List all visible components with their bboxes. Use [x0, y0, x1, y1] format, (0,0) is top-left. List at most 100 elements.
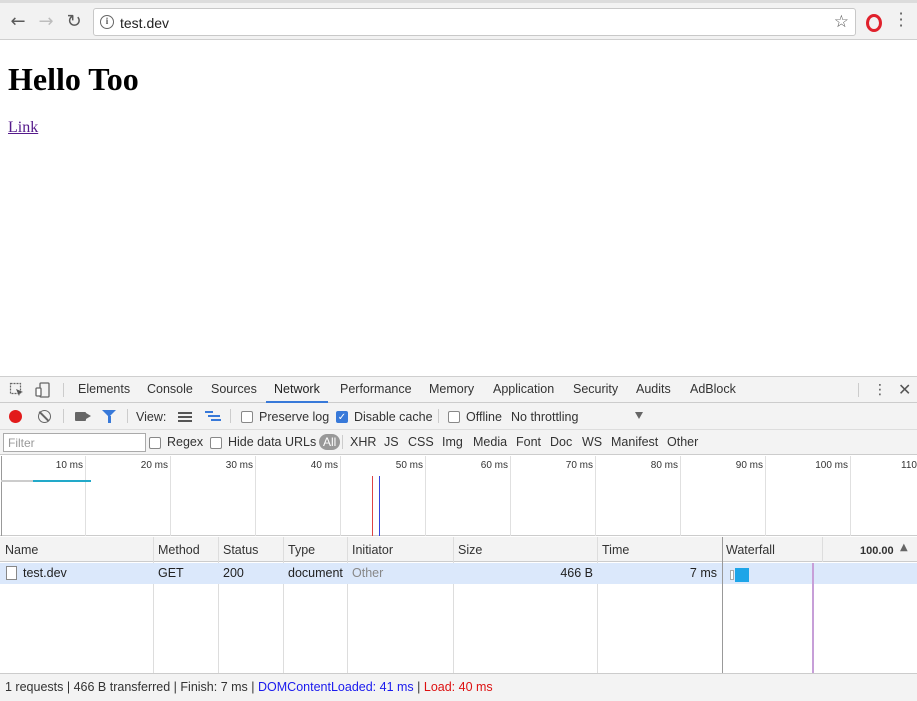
- device-toolbar-icon[interactable]: [35, 382, 51, 398]
- filter-type-img[interactable]: Img: [442, 435, 463, 449]
- column-divider[interactable]: [347, 537, 348, 673]
- overview-gridline: [510, 456, 511, 536]
- overview-tick: 50 ms: [395, 460, 423, 471]
- column-divider[interactable]: [597, 537, 598, 673]
- address-url[interactable]: test.dev: [120, 15, 169, 31]
- clear-icon[interactable]: [38, 410, 51, 423]
- tab-sources[interactable]: Sources: [209, 377, 259, 403]
- devtools-menu-icon[interactable]: ⋮: [873, 382, 887, 398]
- filter-type-doc[interactable]: Doc: [550, 435, 572, 449]
- filter-type-css[interactable]: CSS: [408, 435, 434, 449]
- summary-domcontentloaded: DOMContentLoaded: 41 ms: [258, 680, 414, 694]
- waterfall-download-bar[interactable]: [735, 568, 749, 582]
- hide-data-urls-label[interactable]: Hide data URLs: [228, 435, 316, 449]
- tab-console[interactable]: Console: [145, 377, 195, 403]
- view-label: View:: [136, 410, 167, 424]
- tab-audits[interactable]: Audits: [634, 377, 673, 403]
- tab-memory[interactable]: Memory: [427, 377, 476, 403]
- page-link[interactable]: Link: [8, 119, 38, 137]
- overview-request-bar: [33, 480, 91, 482]
- opera-extension-icon[interactable]: [866, 14, 882, 32]
- tab-network[interactable]: Network: [266, 377, 328, 403]
- disable-cache-checkbox[interactable]: ✓: [336, 411, 348, 423]
- offline-checkbox[interactable]: [448, 411, 460, 423]
- domcontentloaded-marker: [379, 476, 380, 536]
- column-size[interactable]: Size: [458, 543, 482, 557]
- filter-type-manifest[interactable]: Manifest: [611, 435, 658, 449]
- bookmark-star-icon[interactable]: ☆: [834, 12, 849, 32]
- filter-icon[interactable]: [102, 410, 116, 423]
- request-status: 200: [223, 566, 244, 580]
- filter-type-all[interactable]: All: [319, 434, 341, 450]
- site-info-icon[interactable]: i: [100, 15, 114, 29]
- load-marker: [372, 476, 373, 536]
- hide-data-urls-checkbox[interactable]: [210, 437, 222, 449]
- network-overview[interactable]: 10 ms 20 ms 30 ms 40 ms 50 ms 60 ms 70 m…: [0, 456, 917, 536]
- tab-application[interactable]: Application: [491, 377, 556, 403]
- forward-arrow-icon[interactable]: →: [34, 9, 58, 33]
- disable-cache-label[interactable]: Disable cache: [354, 410, 433, 424]
- overview-tick: 60 ms: [480, 460, 508, 471]
- summary-requests: 1 requests: [5, 680, 64, 694]
- divider: [63, 409, 64, 423]
- filter-type-media[interactable]: Media: [473, 435, 507, 449]
- column-divider[interactable]: [218, 537, 219, 673]
- divider: [858, 383, 859, 397]
- filter-type-other[interactable]: Other: [667, 435, 698, 449]
- back-arrow-icon[interactable]: ←: [6, 9, 30, 33]
- capture-screenshots-icon[interactable]: [75, 412, 91, 421]
- page-viewport: Hello Too Link: [0, 41, 917, 376]
- large-rows-icon[interactable]: [178, 412, 192, 422]
- address-bar[interactable]: i test.dev ☆: [93, 8, 856, 36]
- waterfall-waiting-bar: [730, 570, 734, 580]
- tab-elements[interactable]: Elements: [76, 377, 132, 403]
- column-method[interactable]: Method: [158, 543, 200, 557]
- filter-type-ws[interactable]: WS: [582, 435, 602, 449]
- inspect-element-icon[interactable]: [9, 382, 25, 398]
- filter-input[interactable]: [3, 433, 146, 452]
- filter-type-font[interactable]: Font: [516, 435, 541, 449]
- request-initiator: Other: [352, 566, 384, 580]
- overview-gridline: [1, 456, 2, 536]
- overview-tick: 100 ms: [815, 460, 848, 471]
- column-status[interactable]: Status: [223, 543, 258, 557]
- preserve-log-checkbox[interactable]: [241, 411, 253, 423]
- divider: [342, 435, 343, 449]
- column-type[interactable]: Type: [288, 543, 315, 557]
- filter-bar: Regex Hide data URLs All XHR JS CSS Img …: [0, 430, 917, 455]
- throttling-select[interactable]: No throttling: [511, 410, 578, 424]
- column-divider[interactable]: [453, 537, 454, 673]
- devtools-panel: Elements Console Sources Network Perform…: [0, 376, 917, 701]
- browser-menu-icon[interactable]: · · ·: [898, 6, 904, 34]
- overview-tick: 70 ms: [565, 460, 593, 471]
- tab-performance[interactable]: Performance: [338, 377, 414, 403]
- filter-type-js[interactable]: JS: [384, 435, 399, 449]
- overview-tick: 10 ms: [55, 460, 83, 471]
- overview-tick: 40 ms: [310, 460, 338, 471]
- overview-gridline: [595, 456, 596, 536]
- reload-icon[interactable]: ↻: [62, 9, 86, 33]
- offline-label[interactable]: Offline: [466, 410, 502, 424]
- regex-label[interactable]: Regex: [167, 435, 203, 449]
- filter-type-xhr[interactable]: XHR: [350, 435, 376, 449]
- request-time: 7 ms: [689, 566, 717, 580]
- summary-separator: |: [251, 680, 255, 694]
- chevron-down-icon[interactable]: [635, 412, 643, 419]
- column-time[interactable]: Time: [602, 543, 629, 557]
- column-divider[interactable]: [283, 537, 284, 673]
- column-initiator[interactable]: Initiator: [352, 543, 393, 557]
- tab-adblock[interactable]: AdBlock: [688, 377, 738, 403]
- regex-checkbox[interactable]: [149, 437, 161, 449]
- waterfall-event-line: [812, 563, 814, 673]
- request-method: GET: [158, 566, 184, 580]
- close-devtools-icon[interactable]: ✕: [898, 380, 911, 399]
- overview-tick: 110: [901, 460, 917, 471]
- tab-security[interactable]: Security: [571, 377, 620, 403]
- record-icon[interactable]: [9, 410, 22, 423]
- show-overview-icon[interactable]: [205, 411, 221, 423]
- request-name[interactable]: test.dev: [23, 566, 67, 580]
- column-name[interactable]: Name: [5, 543, 38, 557]
- page-heading: Hello Too: [8, 61, 139, 97]
- preserve-log-label[interactable]: Preserve log: [259, 410, 329, 424]
- column-divider[interactable]: [153, 537, 154, 673]
